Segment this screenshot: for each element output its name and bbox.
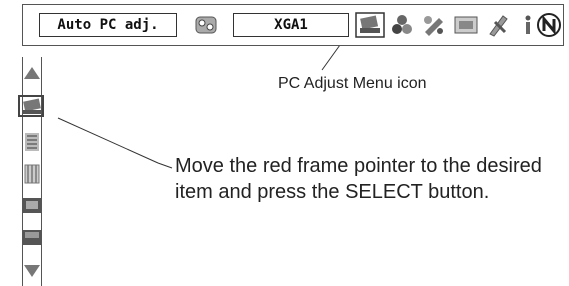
network-icon[interactable] <box>535 12 565 38</box>
menu-top-bar: Auto PC adj. XGA1 <box>22 4 564 46</box>
instruction-text: Move the red frame pointer to the desire… <box>175 155 542 203</box>
image-adjust-icon[interactable] <box>419 12 449 38</box>
setting-icon[interactable] <box>483 12 513 38</box>
red-frame-pointer <box>18 95 44 117</box>
menu-sidebar <box>18 57 44 286</box>
pc-adjust-menu-icon-callout: PC Adjust Menu icon <box>278 75 427 92</box>
pc-adjust-menu-icon[interactable] <box>355 12 385 38</box>
mode-display: XGA1 <box>233 13 349 37</box>
auto-pc-adj-button[interactable]: Auto PC adj. <box>39 13 177 37</box>
scroll-down-icon[interactable] <box>14 257 50 283</box>
fine-sync-icon[interactable] <box>14 129 50 155</box>
display-area-icon[interactable] <box>14 225 50 251</box>
scroll-up-icon[interactable] <box>14 61 50 87</box>
position-icon[interactable] <box>14 193 50 219</box>
total-dots-icon[interactable] <box>14 161 50 187</box>
auto-pc-adj-icon[interactable] <box>191 12 221 38</box>
screen-icon[interactable] <box>451 12 481 38</box>
color-icon[interactable] <box>387 12 417 38</box>
